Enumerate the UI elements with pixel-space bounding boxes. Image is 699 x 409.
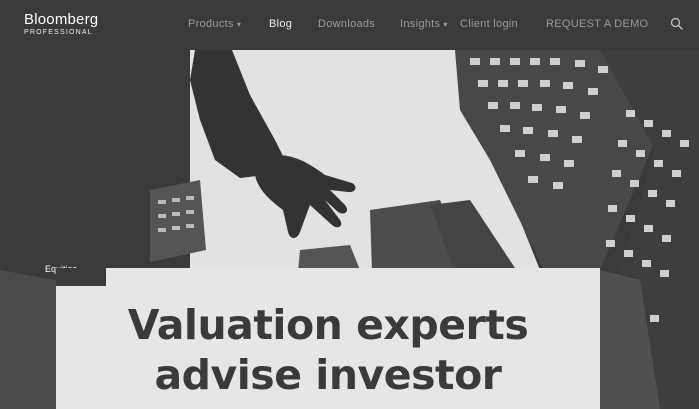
nav-item-label: Blog xyxy=(269,18,293,30)
nav-item-products[interactable]: Products ▾ xyxy=(188,18,241,30)
card-notch xyxy=(56,268,106,286)
brand-logo[interactable]: Bloomberg PROFESSIONAL xyxy=(24,12,98,36)
brand-sub: PROFESSIONAL xyxy=(24,29,93,36)
nav-item-downloads[interactable]: Downloads xyxy=(318,18,375,30)
nav-item-label: Client login xyxy=(460,18,519,30)
headline-line-1: Valuation experts xyxy=(127,301,529,349)
headline-line-2: advise investor xyxy=(154,351,502,399)
nav-item-request-demo[interactable]: REQUEST A DEMO xyxy=(546,18,648,30)
nav-item-label: REQUEST A DEMO xyxy=(546,18,649,30)
chevron-down-icon: ▾ xyxy=(443,20,448,29)
article-headline[interactable]: Valuation experts advise investor xyxy=(56,300,600,400)
nav-item-client-login[interactable]: Client login xyxy=(460,18,518,30)
nav-item-label: Downloads xyxy=(318,18,376,30)
chevron-down-icon: ▾ xyxy=(236,20,242,29)
top-nav: Bloomberg PROFESSIONAL Products ▾ Blog Do… xyxy=(0,0,699,50)
nav-item-blog[interactable]: Blog xyxy=(269,18,292,30)
nav-item-label: Products xyxy=(188,18,234,30)
nav-item-label: Insights xyxy=(400,18,441,30)
search-icon[interactable] xyxy=(670,17,684,31)
headline-card[interactable]: Valuation experts advise investor xyxy=(56,268,600,409)
nav-item-insights[interactable]: Insights ▾ xyxy=(400,18,448,30)
brand-name: Bloomberg xyxy=(24,11,99,28)
